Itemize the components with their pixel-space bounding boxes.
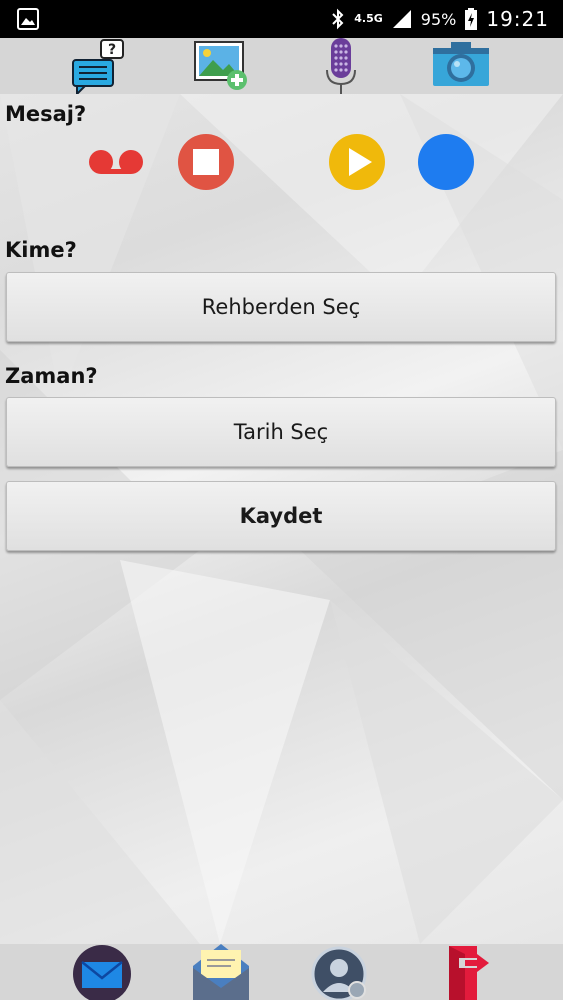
toolbar-add-image-button[interactable] xyxy=(176,38,266,94)
bottom-messages-button[interactable] xyxy=(176,944,266,1000)
bluetooth-icon xyxy=(332,8,344,30)
microphone-icon xyxy=(326,38,356,94)
choose-date-button[interactable]: Tarih Seç xyxy=(6,397,556,467)
recipient-label: Kime? xyxy=(5,238,77,262)
message-question-icon: ? xyxy=(72,39,124,94)
play-icon xyxy=(329,134,385,190)
save-button[interactable]: Kaydet xyxy=(6,481,556,551)
message-label: Mesaj? xyxy=(5,102,87,126)
network-type: 4.5G xyxy=(354,12,383,25)
open-envelope-icon xyxy=(193,944,249,1000)
image-notification-icon xyxy=(17,8,39,30)
bottom-mail-button[interactable] xyxy=(57,944,147,1000)
stop-icon xyxy=(418,134,474,190)
stop-icon xyxy=(178,134,234,190)
record-button[interactable] xyxy=(87,145,145,183)
top-toolbar: ? xyxy=(0,38,563,94)
bottom-contacts-settings-button[interactable] xyxy=(294,944,384,1000)
choose-contact-button[interactable]: Rehberden Seç xyxy=(6,272,556,342)
svg-text:?: ? xyxy=(108,42,116,58)
playback-stop-button[interactable] xyxy=(417,133,475,195)
contact-settings-icon xyxy=(311,946,367,1000)
clock: 19:21 xyxy=(486,7,549,31)
play-button[interactable] xyxy=(328,133,386,195)
battery-charging-icon xyxy=(465,8,478,30)
status-bar: 4.5G 95% 19:21 xyxy=(0,0,563,38)
bottom-bar xyxy=(0,944,563,1000)
exit-icon xyxy=(449,946,489,1000)
toolbar-camera-button[interactable] xyxy=(416,38,506,94)
signal-icon xyxy=(392,10,411,28)
camera-icon xyxy=(433,42,489,86)
record-stop-button[interactable] xyxy=(177,133,235,195)
add-image-icon xyxy=(194,41,247,90)
battery-percent: 95% xyxy=(420,9,457,29)
voicemail-icon xyxy=(89,150,143,174)
bottom-exit-button[interactable] xyxy=(414,944,504,1000)
toolbar-microphone-button[interactable] xyxy=(296,38,386,94)
toolbar-message-button[interactable]: ? xyxy=(52,38,142,94)
mail-icon xyxy=(73,945,131,1000)
time-label: Zaman? xyxy=(5,364,98,388)
